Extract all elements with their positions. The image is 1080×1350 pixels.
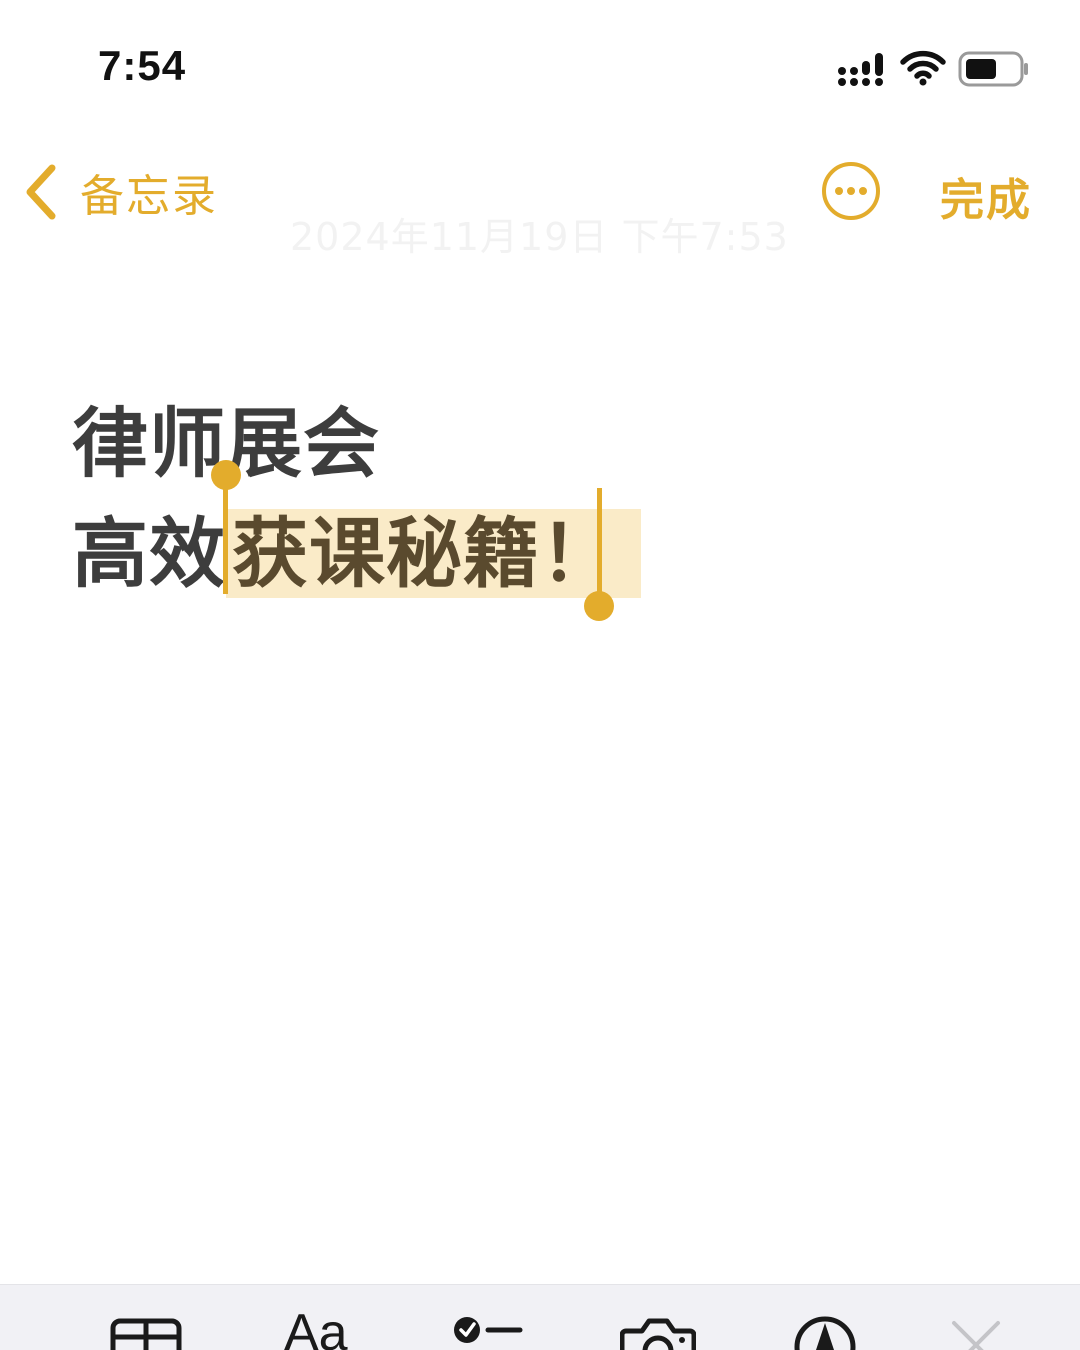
selected-text[interactable]: 获课秘籍！ xyxy=(226,509,641,598)
note-date: 2024年11月19日 下午7:53 xyxy=(290,215,789,259)
camera-icon[interactable] xyxy=(620,1313,696,1350)
back-button[interactable]: 备忘录 xyxy=(22,160,218,224)
close-icon[interactable] xyxy=(950,1319,1002,1350)
notes-editor-screen: 7:54 备忘录 2024年11月19日 下午7:53 完成 律师展会 高效获课… xyxy=(0,0,1080,1350)
selection-end-handle[interactable] xyxy=(584,591,614,621)
checklist-icon[interactable] xyxy=(452,1309,524,1350)
selection-start-handle[interactable] xyxy=(211,460,241,490)
back-label: 备忘录 xyxy=(80,171,218,222)
cellular-signal-icon xyxy=(838,53,883,86)
note-body-line[interactable]: 高效获课秘籍！ xyxy=(72,492,641,602)
bottom-toolbar: Aa xyxy=(0,1284,1080,1350)
selection-end-bar xyxy=(597,488,602,604)
markup-pen-icon[interactable] xyxy=(793,1313,857,1350)
wifi-icon xyxy=(900,50,946,86)
done-button[interactable]: 完成 xyxy=(940,164,1032,228)
selection-start-bar xyxy=(223,480,228,594)
format-icon[interactable]: Aa xyxy=(284,1307,348,1350)
note-text-unselected: 高效 xyxy=(72,509,226,598)
table-icon[interactable] xyxy=(110,1313,182,1350)
battery-icon xyxy=(958,51,1028,87)
status-time: 7:54 xyxy=(98,42,187,89)
chevron-left-icon xyxy=(26,164,56,220)
more-options-icon[interactable] xyxy=(821,161,881,221)
